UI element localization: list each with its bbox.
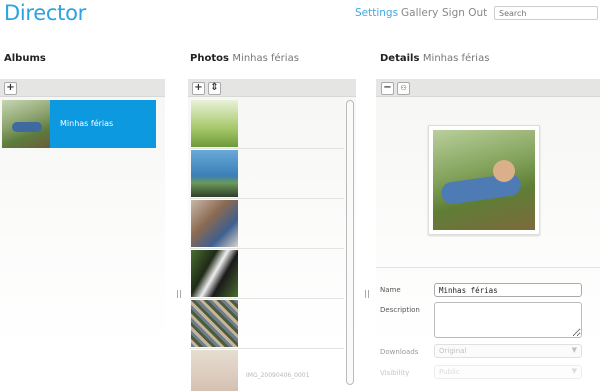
name-field[interactable] bbox=[434, 283, 582, 297]
photo-thumbnail bbox=[191, 350, 238, 391]
resize-handle-icon[interactable] bbox=[177, 290, 181, 298]
add-album-button[interactable]: + bbox=[4, 82, 17, 95]
sort-photos-button[interactable]: ⇕ bbox=[208, 82, 221, 95]
photo-row[interactable] bbox=[190, 199, 344, 249]
albums-toolbar: + bbox=[0, 79, 165, 97]
brand-logo[interactable]: Director bbox=[4, 1, 86, 25]
downloads-value: Original bbox=[439, 347, 467, 355]
details-toolbar: − ⚇ bbox=[376, 79, 600, 97]
photos-toolbar: + ⇕ bbox=[188, 79, 356, 97]
photos-title: Photos Minhas férias bbox=[190, 53, 299, 64]
nav-settings[interactable]: Settings bbox=[355, 7, 398, 19]
details-title: Details Minhas férias bbox=[380, 53, 490, 64]
photos-subtitle: Minhas férias bbox=[232, 53, 299, 64]
app-header: Director Settings Gallery Sign Out bbox=[0, 0, 600, 30]
photo-thumbnail bbox=[191, 200, 238, 247]
search-input[interactable] bbox=[494, 6, 598, 20]
people-icon[interactable]: ⚇ bbox=[397, 82, 410, 95]
photo-filename: IMG_20090406_0001 bbox=[246, 372, 310, 379]
photo-thumbnail bbox=[191, 300, 238, 347]
photo-thumbnail bbox=[191, 100, 238, 147]
chevron-down-icon: ▼ bbox=[571, 346, 577, 354]
visibility-select[interactable]: Public ▼ bbox=[434, 365, 582, 379]
description-field[interactable] bbox=[434, 302, 582, 338]
description-label: Description bbox=[380, 306, 420, 314]
downloads-select[interactable]: Original ▼ bbox=[434, 344, 582, 358]
details-subtitle: Minhas férias bbox=[422, 53, 490, 64]
resize-handle-icon[interactable] bbox=[365, 290, 369, 298]
photos-scrollbar[interactable] bbox=[346, 100, 354, 385]
albums-title: Albums bbox=[4, 53, 46, 64]
visibility-label: Visibility bbox=[380, 369, 410, 377]
nav-gallery[interactable]: Gallery bbox=[401, 7, 438, 19]
photo-row[interactable] bbox=[190, 149, 344, 199]
photo-row[interactable] bbox=[190, 99, 344, 149]
visibility-value: Public bbox=[439, 368, 460, 376]
photo-row[interactable] bbox=[190, 249, 344, 299]
add-photo-button[interactable]: + bbox=[192, 82, 205, 95]
photo-thumbnail bbox=[191, 150, 238, 197]
chevron-down-icon: ▼ bbox=[571, 367, 577, 375]
photo-thumbnail bbox=[191, 250, 238, 297]
photo-row[interactable] bbox=[190, 299, 344, 349]
nav-sign-out[interactable]: Sign Out bbox=[442, 7, 487, 19]
divider bbox=[376, 267, 600, 268]
remove-button[interactable]: − bbox=[381, 82, 394, 95]
album-item-selected[interactable]: Minhas férias bbox=[2, 100, 156, 148]
album-thumbnail bbox=[2, 100, 50, 148]
album-label: Minhas férias bbox=[60, 119, 114, 128]
photo-row[interactable] bbox=[190, 349, 344, 391]
detail-image bbox=[433, 130, 535, 230]
name-label: Name bbox=[380, 286, 401, 294]
detail-preview bbox=[428, 125, 540, 235]
downloads-label: Downloads bbox=[380, 348, 419, 356]
